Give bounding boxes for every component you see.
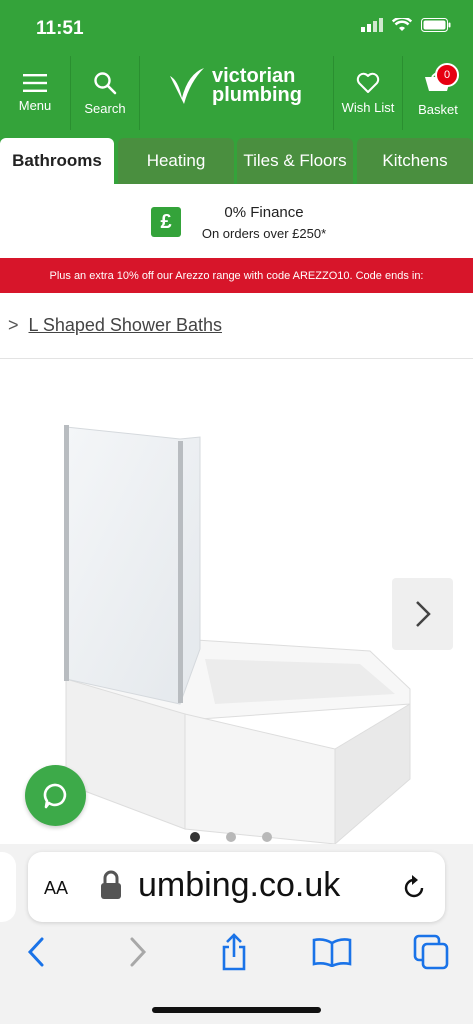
carousel-dot[interactable] (226, 832, 236, 842)
book-icon (312, 938, 352, 967)
heart-icon (356, 72, 380, 93)
chevron-right-icon: > (8, 315, 19, 335)
previous-tab-address-bar[interactable] (0, 852, 16, 922)
forward-arrow-icon (130, 937, 147, 967)
share-icon (222, 933, 246, 971)
lock-icon (101, 870, 121, 899)
tab-heating[interactable]: Heating (118, 138, 234, 184)
breadcrumb: > L Shaped Shower Baths (0, 293, 473, 359)
battery-icon (421, 18, 451, 32)
hamburger-icon (23, 73, 47, 92)
basket-count-badge: 0 (435, 63, 459, 87)
finance-subtitle: On orders over £250* (201, 226, 327, 241)
finance-title: 0% Finance (224, 204, 304, 221)
wishlist-button[interactable]: Wish List (334, 56, 402, 130)
search-label: Search (84, 100, 126, 116)
site-header: Menu Search victorian plumbing Wish List (0, 56, 473, 130)
share-button[interactable] (212, 930, 256, 974)
carousel-dots (190, 832, 272, 842)
promo-banner[interactable]: Plus an extra 10% off our Arezzo range w… (0, 258, 473, 293)
tab-bathrooms[interactable]: Bathrooms (0, 138, 114, 184)
status-bar: 11:51 (0, 0, 473, 56)
logo-line2: plumbing (212, 84, 302, 106)
basket-label: Basket (418, 102, 458, 117)
site-logo[interactable]: victorian plumbing (168, 66, 302, 106)
finance-banner[interactable]: £ 0% Finance On orders over £250* (0, 184, 473, 258)
text-size-button[interactable]: AA (44, 878, 68, 899)
logo-tick-icon (170, 68, 204, 104)
reload-icon[interactable] (402, 874, 426, 900)
tab-kitchens[interactable]: Kitchens (357, 138, 473, 184)
url-text: umbing.co.uk (138, 866, 341, 904)
menu-label: Menu (18, 97, 52, 113)
wifi-icon (392, 18, 412, 31)
chat-button[interactable] (25, 765, 86, 826)
home-indicator (152, 1007, 321, 1013)
status-icons (361, 18, 451, 32)
chat-bubble-icon (43, 783, 66, 808)
category-tabs: Bathrooms Heating Tiles & Floors Kitchen… (0, 130, 473, 184)
carousel-dot[interactable] (262, 832, 272, 842)
tab-tiles-floors[interactable]: Tiles & Floors (237, 138, 353, 184)
back-button[interactable] (14, 930, 58, 974)
forward-button[interactable] (116, 930, 160, 974)
search-button[interactable]: Search (71, 56, 139, 130)
wishlist-label: Wish List (341, 99, 395, 115)
signal-icon (361, 18, 383, 32)
tabs-button[interactable] (409, 930, 453, 974)
menu-button[interactable]: Menu (0, 56, 70, 130)
pound-icon: £ (151, 207, 181, 237)
carousel-next-button[interactable] (392, 578, 453, 650)
address-bar[interactable]: AA umbing.co.uk (28, 852, 445, 922)
chevron-right-icon (415, 601, 431, 627)
bookmarks-button[interactable] (310, 930, 354, 974)
breadcrumb-link[interactable]: L Shaped Shower Baths (29, 315, 222, 336)
status-time: 11:51 (36, 18, 84, 39)
tabs-icon (413, 934, 449, 970)
search-icon (94, 71, 117, 94)
basket-button[interactable]: 0 Basket (403, 56, 473, 130)
back-arrow-icon (27, 937, 44, 967)
carousel-dot[interactable] (190, 832, 200, 842)
promo-text: Plus an extra 10% off our Arezzo range w… (49, 269, 424, 282)
